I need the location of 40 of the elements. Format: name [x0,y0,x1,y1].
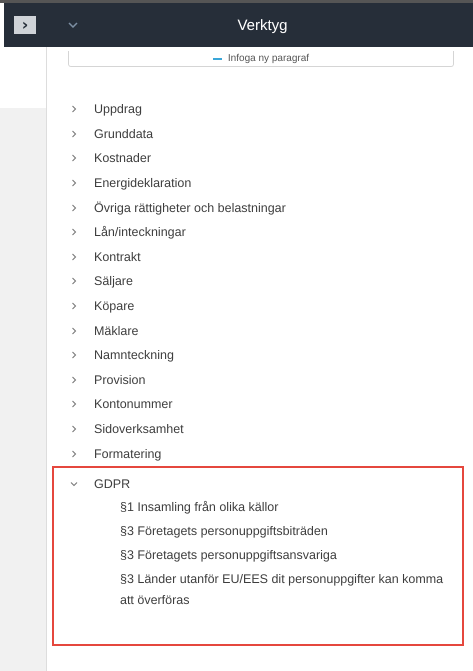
tree-item[interactable]: Övriga rättigheter och belastningar [94,200,286,215]
chevron-down-icon[interactable] [68,22,78,28]
tree-item[interactable]: Lån/inteckningar [94,225,186,240]
tree-subitem[interactable]: §1 Insamling från olika källor [120,496,448,518]
tree-item[interactable]: Grunddata [94,126,154,141]
tree-subitem[interactable]: §3 Länder utanför EU/EES dit personuppgifter kan komma att överföras [120,568,448,610]
chevron-right-icon[interactable] [70,204,78,212]
chevron-right-icon[interactable] [70,376,78,384]
tree-subitem[interactable]: §3 Företagets personuppgiftsbiträden [120,520,448,542]
tree-subitem[interactable]: §3 Företagets personuppgiftsansvariga [120,544,448,566]
tree-item[interactable]: Köpare [94,299,134,314]
expand-panel-button[interactable]: › [14,16,36,34]
chevron-right-icon[interactable] [70,302,78,310]
chevron-right-icon[interactable] [70,351,78,360]
chevron-right-icon[interactable] [70,105,78,114]
tree-item[interactable]: Kontrakt [94,250,141,264]
chevron-right-icon[interactable] [70,179,78,188]
tree-item[interactable]: Energideklaration [94,176,192,190]
tree-item[interactable]: Namnteckning [94,348,174,362]
chevron-right-icon[interactable] [70,252,78,261]
panel-title: Verktyg [236,16,289,34]
insert-paragraph-button[interactable]: Infoga ny paragraf [68,51,454,67]
tree-item[interactable]: Provision [94,372,146,387]
chevron-right-icon[interactable] [70,425,78,434]
tree-item[interactable]: Mäklare [94,324,138,338]
chevron-right-icon[interactable] [70,450,78,458]
chevron-right-icon[interactable] [70,130,78,138]
tree-item[interactable]: Sidoverksamhet [94,422,184,436]
chevron-right-icon[interactable] [70,277,78,286]
tree-item[interactable]: Säljare [94,274,133,288]
chevron-right-icon[interactable] [70,228,78,236]
tree-item[interactable]: Kostnader [94,151,151,166]
chevron-right-icon[interactable] [70,326,78,335]
chevron-right-icon[interactable] [70,400,78,408]
tree-item[interactable]: Kontonummer [94,397,173,412]
tree-item[interactable]: GDPR [94,477,130,492]
tree-item[interactable]: Formatering [94,446,162,461]
chevron-down-icon[interactable] [70,480,78,488]
tree-item[interactable]: Uppdrag [94,102,142,116]
chevron-right-icon[interactable] [70,154,78,162]
